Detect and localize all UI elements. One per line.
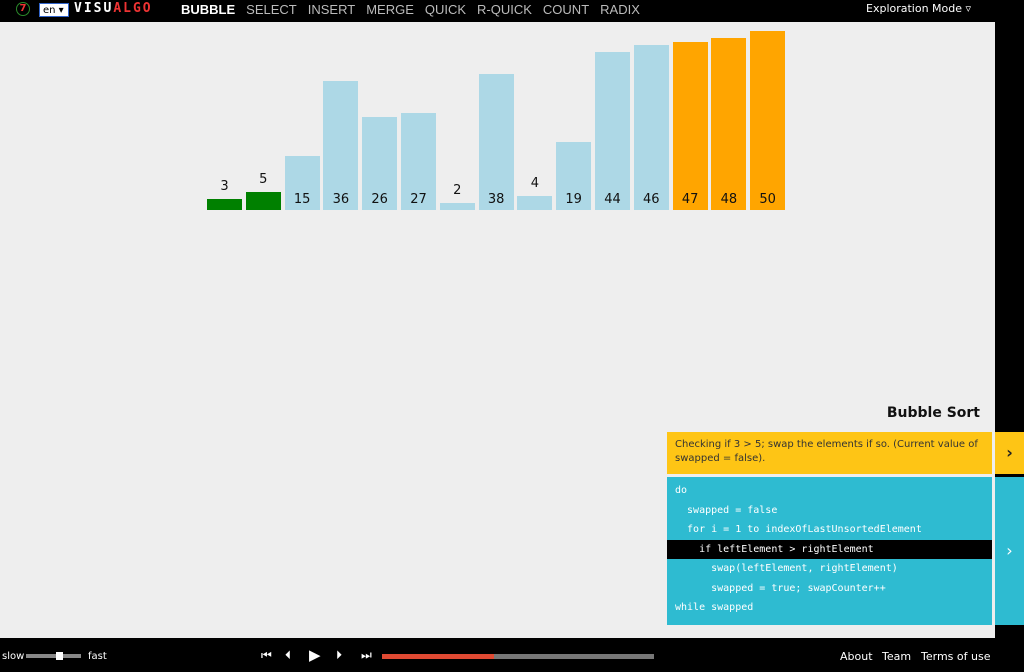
about-link[interactable]: About	[840, 650, 873, 663]
array-bar	[245, 192, 281, 210]
speed-slow-label: slow	[2, 651, 25, 662]
array-value-label: 26	[371, 192, 388, 207]
play-icon[interactable]: ▶	[309, 646, 321, 664]
array-bar	[517, 195, 553, 210]
array-bar	[439, 202, 475, 210]
algorithm-title: Bubble Sort	[886, 405, 980, 421]
array-bar	[323, 81, 359, 210]
array-value-label: 19	[565, 192, 582, 207]
code-toggle-button[interactable]: ›	[995, 477, 1024, 625]
nav-select[interactable]: SELECT	[246, 2, 297, 17]
array-bar	[750, 31, 786, 210]
nav-count[interactable]: COUNT	[543, 2, 589, 17]
visualgo-logo[interactable]: VISUALGO	[74, 1, 153, 16]
array-value-label: 4	[530, 175, 540, 191]
code-line: for i = 1 to indexOfLastUnsortedElement	[675, 524, 922, 535]
pseudocode-panel: do swapped = false for i = 1 to indexOfL…	[667, 477, 992, 625]
array-value-label: 46	[643, 192, 660, 207]
array-value-label: 5	[259, 172, 268, 188]
code-line: swapped = false	[675, 504, 778, 516]
array-value-label: 44	[604, 192, 621, 207]
logo-badge[interactable]: 7	[16, 2, 30, 16]
array-value-label: 2	[453, 182, 462, 198]
go-to-beginning-icon[interactable]: ⏮	[261, 648, 272, 663]
code-line: do	[675, 485, 688, 496]
array-value-label: 48	[720, 192, 738, 207]
mode-dropdown[interactable]: Exploration Mode ▿	[866, 2, 971, 15]
array-value-label: 38	[487, 192, 505, 207]
bottom-bar: slow fast ⏮ ⏴ ▶ ⏵ ⏭ About Team Terms of …	[0, 640, 1024, 672]
nav-r-quick[interactable]: R-QUICK	[477, 2, 532, 17]
code-line: while swapped	[675, 602, 754, 613]
array-value-label: 27	[410, 192, 427, 207]
array-bar	[478, 73, 514, 210]
go-to-end-icon[interactable]: ⏭	[361, 648, 372, 663]
array-value-label: 36	[332, 192, 350, 207]
speed-slider[interactable]	[26, 652, 81, 660]
progress-bar[interactable]	[382, 654, 654, 659]
array-bar	[595, 52, 630, 210]
algorithm-nav: BUBBLE SELECT INSERT MERGE QUICK R-QUICK COUNT…	[181, 2, 640, 17]
logo-part-1: VISU	[74, 1, 114, 16]
nav-insert[interactable]: INSERT	[308, 2, 355, 17]
nav-merge[interactable]: MERGE	[366, 2, 414, 17]
language-select[interactable]: en ▾	[39, 3, 69, 17]
status-panel: Checking if 3 > 5; swap the elements if …	[667, 432, 992, 474]
array-bar	[207, 199, 242, 210]
terms-link[interactable]: Terms of use	[921, 650, 990, 663]
team-link[interactable]: Team	[882, 650, 911, 663]
nav-radix[interactable]: RADIX	[600, 2, 640, 17]
speed-fast-label: fast	[88, 651, 107, 662]
logo-part-2: ALGO	[113, 1, 153, 16]
progress-fill	[382, 654, 494, 659]
status-toggle-button[interactable]: ›	[995, 432, 1024, 474]
array-value-label: 15	[293, 192, 311, 207]
array-bar	[633, 45, 669, 210]
step-forward-icon[interactable]: ⏵	[336, 648, 342, 663]
array-bar	[711, 38, 747, 210]
array-bar	[672, 41, 708, 210]
step-backward-icon[interactable]: ⏴	[285, 648, 291, 663]
nav-quick[interactable]: QUICK	[425, 2, 466, 17]
top-bar: 7 en ▾ VISUALGO BUBBLE SELECT INSERT MERGE Q…	[0, 0, 1024, 20]
nav-bubble[interactable]: BUBBLE	[181, 2, 235, 17]
code-line: swapped = true; swapCounter++	[675, 582, 886, 594]
array-value-label: 3	[220, 179, 229, 195]
array-value-label: 50	[759, 192, 776, 207]
code-line: swap(leftElement, rightElement)	[675, 563, 898, 574]
array-value-label: 47	[681, 192, 699, 207]
code-line: if leftElement > rightElement	[667, 539, 992, 559]
speed-slider-handle[interactable]	[56, 652, 63, 660]
